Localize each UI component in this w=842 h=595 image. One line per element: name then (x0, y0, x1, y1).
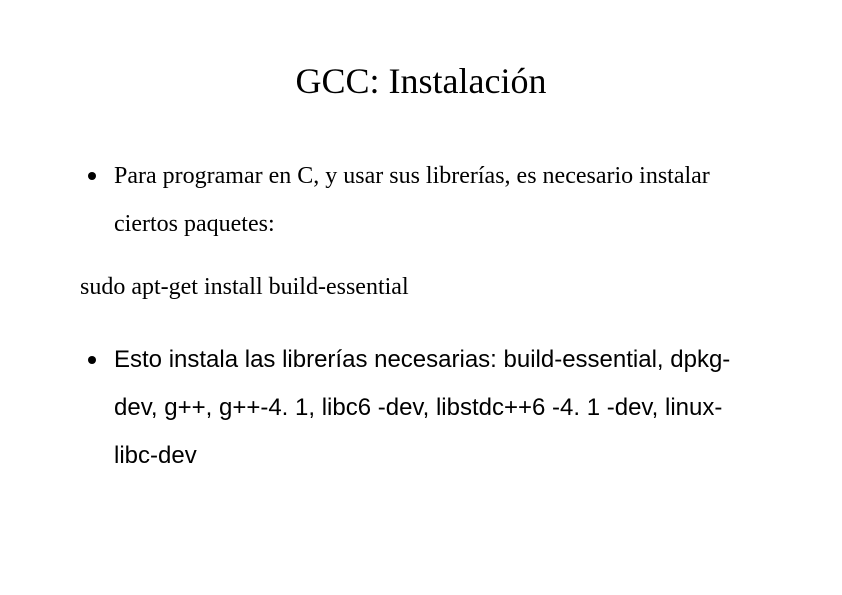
command-line: sudo apt-get install build-essential (80, 263, 762, 311)
slide-content: Para programar en C, y usar sus librería… (80, 152, 762, 480)
bullet-item: Esto instala las librerías necesarias: b… (80, 336, 762, 480)
bullet-icon (88, 356, 96, 364)
bullet-text: Esto instala las librerías necesarias: b… (114, 336, 762, 480)
bullet-item: Para programar en C, y usar sus librería… (80, 152, 762, 248)
bullet-text: Para programar en C, y usar sus librería… (114, 152, 762, 248)
slide-title: GCC: Instalación (80, 60, 762, 102)
bullet-icon (88, 172, 96, 180)
